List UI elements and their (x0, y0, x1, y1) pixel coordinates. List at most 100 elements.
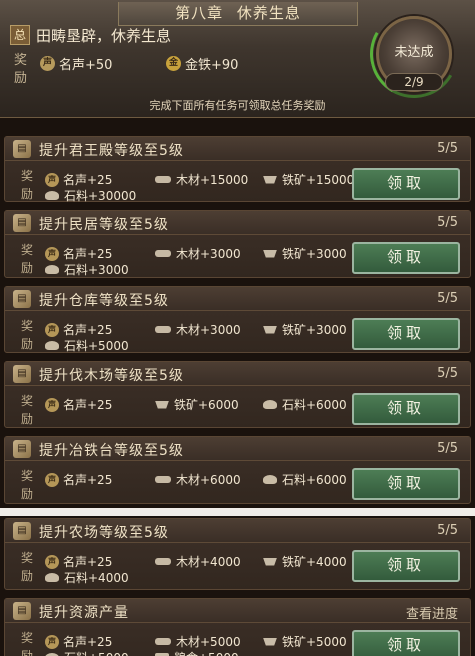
reward-item: 铁矿+3000 (263, 321, 347, 338)
wood-icon (155, 326, 171, 333)
reward-item: 铁矿+15000 (263, 171, 354, 188)
quest-type-icon: ▤ (13, 440, 31, 458)
reward-item: 声名声+25 (45, 245, 112, 262)
reward-item: 石料+30000 (45, 187, 136, 204)
reward-text: 铁矿+4000 (282, 555, 347, 569)
wood-icon (155, 176, 171, 183)
reward-label: 奖励 (14, 53, 28, 86)
quest-progress-count: 5/5 (437, 441, 458, 456)
reward-item: 粮食+5000 (155, 649, 239, 656)
reward-item: 木材+15000 (155, 171, 248, 188)
reward-text: 名声+25 (63, 247, 113, 261)
quest-progress-count: 5/5 (437, 141, 458, 156)
fame-icon: 声 (45, 322, 59, 337)
reward-text: 名声+25 (63, 323, 113, 337)
fame-icon: 声 (45, 634, 59, 649)
view-progress-link[interactable]: 查看进度 (406, 603, 458, 622)
chapter-reward-note: 完成下面所有任务可领取总任务奖励 (149, 99, 326, 112)
claim-button[interactable]: 领取 (352, 468, 460, 500)
fame-icon: 声 (45, 172, 59, 187)
reward-item: 铁矿+6000 (155, 396, 239, 413)
reward-text: 铁矿+3000 (282, 247, 347, 261)
stone-icon (45, 341, 59, 350)
quest-header: ▤ 提升仓库等级至5级 5/5 (5, 287, 470, 311)
quest-card: ▤ 提升民居等级至5级 5/5 奖励声名声+25 木材+3000 铁矿+3000 石料+30… (4, 210, 471, 278)
wood-icon (155, 250, 171, 257)
quest-type-icon: ▤ (13, 214, 31, 232)
reward-text: 名声+25 (63, 555, 113, 569)
iron-icon (155, 400, 169, 409)
quest-progress-count: 5/5 (437, 215, 458, 230)
quest-title: 提升君王殿等级至5级 (39, 143, 184, 159)
quest-progress-count: 5/5 (437, 366, 458, 381)
reward-item: 声名声+25 (45, 471, 112, 488)
reward-item: 声名声+25 (45, 633, 112, 650)
quest-card: ▤ 提升伐木场等级至5级 5/5 奖励声名声+25 铁矿+6000 石料+6000 领取 (4, 361, 471, 428)
reward-item: 声名声+25 (45, 321, 112, 338)
quest-header: ▤ 提升冶铁台等级至5级 5/5 (5, 437, 470, 461)
claim-button[interactable]: 领取 (352, 318, 460, 350)
reward-label: 奖励 (21, 243, 34, 275)
chapter-number: 第八章 (175, 4, 224, 22)
reward-text: 铁矿+3000 (282, 323, 347, 337)
iron-icon (263, 325, 277, 334)
reward-text: 木材+15000 (176, 173, 249, 187)
reward-text: 铁矿+15000 (282, 173, 355, 187)
reward-item: 铁矿+5000 (263, 633, 347, 650)
reward-text: 木材+6000 (176, 473, 241, 487)
stone-icon (45, 573, 59, 582)
reward-item: 石料+5000 (45, 337, 129, 354)
reward-text: 木材+3000 (176, 323, 241, 337)
reward-item: 石料+6000 (263, 396, 347, 413)
reward-item: 石料+5000 (45, 649, 129, 656)
claim-button[interactable]: 领取 (352, 393, 460, 425)
reward-item: 木材+6000 (155, 471, 241, 488)
main-quest-badge-icon: 总 (10, 25, 30, 45)
reward-item: 声名声+25 (45, 396, 112, 413)
reward-label: 奖励 (21, 631, 34, 656)
reward-item: 石料+4000 (45, 569, 129, 586)
quest-card: ▤ 提升仓库等级至5级 5/5 奖励声名声+25 木材+3000 铁矿+3000 石料+50… (4, 286, 471, 353)
fame-icon: 声 (45, 554, 59, 569)
reward-item: 声名声+25 (45, 553, 112, 570)
fame-icon: 声 (45, 246, 59, 261)
reward-text: 石料+6000 (282, 398, 347, 412)
iron-icon (263, 637, 277, 646)
quest-card: ▤ 提升冶铁台等级至5级 5/5 奖励声名声+25 木材+6000 石料+6000 领取 (4, 436, 471, 504)
quest-title: 提升冶铁台等级至5级 (39, 443, 184, 459)
stone-icon (45, 191, 59, 200)
reward-label: 奖励 (21, 169, 34, 201)
claim-button[interactable]: 领取 (352, 630, 460, 656)
quest-type-icon: ▤ (13, 140, 31, 158)
wood-icon (155, 638, 171, 645)
quest-header: ▤ 提升民居等级至5级 5/5 (5, 211, 470, 235)
list-gap (0, 508, 475, 516)
quest-progress-count: 5/5 (437, 523, 458, 538)
chapter-title-bar: 第八章 休养生息 (118, 2, 358, 26)
wood-icon (155, 476, 171, 483)
claim-button[interactable]: 领取 (352, 550, 460, 582)
quest-type-icon: ▤ (13, 290, 31, 308)
reward-text: 铁矿+6000 (174, 398, 239, 412)
reward-item: 石料+6000 (263, 471, 347, 488)
claim-button[interactable]: 领取 (352, 242, 460, 274)
claim-button[interactable]: 领取 (352, 168, 460, 200)
reward-text: 名声+25 (63, 173, 113, 187)
reward-text: 铁矿+5000 (282, 635, 347, 649)
coin-icon: 金 (166, 56, 181, 71)
quest-card: ▤ 提升资源产量 查看进度奖励声名声+25 木材+5000 铁矿+5000 石料+5000… (4, 598, 471, 656)
reward-item: 木材+3000 (155, 321, 241, 338)
reward-text: 名声+25 (63, 635, 113, 649)
reward-item-fame: 声 名声+50 (40, 54, 112, 73)
main-quest-title-row: 总 田畴垦辟，休养生息 (10, 24, 171, 46)
reward-label: 奖励 (21, 469, 34, 501)
quest-header: ▤ 提升农场等级至5级 5/5 (5, 519, 470, 543)
reward-item: 声名声+25 (45, 171, 112, 188)
chapter-progress-medallion[interactable]: 未达成 2/9 (376, 16, 452, 92)
reward-text: 名声+25 (63, 473, 113, 487)
quest-title: 提升资源产量 (39, 605, 129, 621)
reward-text: 石料+5000 (64, 339, 129, 353)
reward-text: 粮食+5000 (174, 649, 239, 656)
reward-item: 石料+3000 (45, 261, 129, 278)
iron-icon (263, 175, 277, 184)
